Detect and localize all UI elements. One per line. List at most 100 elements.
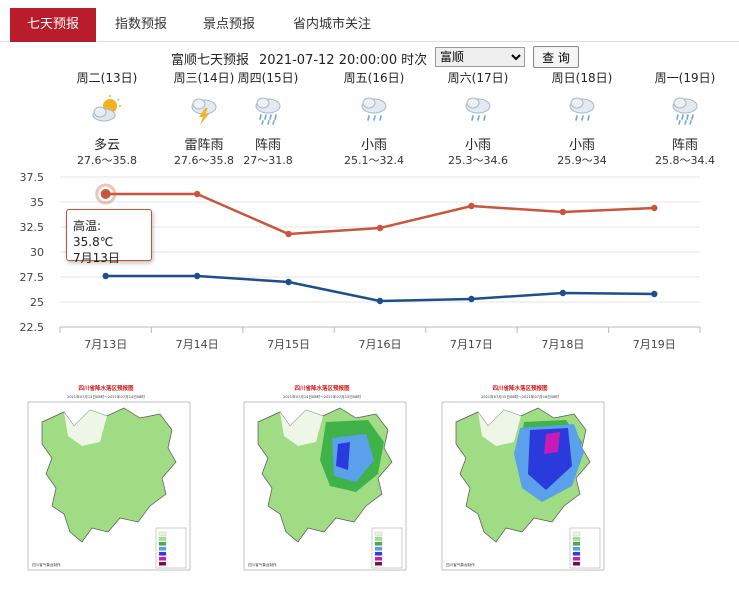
legend-swatch — [158, 541, 167, 546]
map-subtitle: 2021年07月15日08时～2021年07月16日08时 — [481, 394, 559, 399]
day-weather: 阵雨 — [671, 138, 698, 153]
city-select[interactable]: 富顺 — [435, 47, 525, 67]
x-tick-label: 7月13日 — [84, 338, 127, 351]
city-name: 富顺 — [171, 53, 198, 68]
issue-time: 2021-07-12 20:00:00 — [259, 53, 398, 68]
light-rain-icon — [465, 97, 491, 121]
day-column: 周二(13日) 多云 27.6～35.8 — [59, 70, 155, 168]
day-weather: 多云 — [93, 138, 120, 153]
day-label: 周一(19日) — [654, 71, 716, 85]
day-label: 周二(13日) — [76, 71, 138, 85]
legend-swatch — [374, 556, 383, 561]
low-temp-line — [105, 274, 655, 303]
legend-swatch — [572, 556, 581, 561]
legend-swatch — [158, 531, 167, 536]
partly-cloudy-icon — [92, 95, 121, 122]
y-tick-label: 22.5 — [20, 321, 45, 334]
heavy-rainstorm-area — [544, 432, 560, 454]
low-temp-point — [102, 272, 109, 280]
y-tick-label: 32.5 — [20, 221, 45, 234]
day-label: 周五(16日) — [343, 71, 405, 85]
x-tick-label: 7月17日 — [450, 338, 493, 351]
x-tick-label: 7月16日 — [359, 338, 402, 351]
shower-icon — [672, 97, 698, 125]
y-tick-label: 37.5 — [20, 171, 45, 184]
chart-tooltip: 高温: 35.8℃ 7月13日 — [66, 209, 152, 265]
high-temp-point — [193, 190, 201, 198]
legend-swatch — [374, 531, 383, 536]
precipitation-map[interactable]: 四川省降水落区预报图 2021年07月13日08时～2021年07月14日08时四… — [12, 382, 200, 580]
map-title: 四川省降水落区预报图 — [492, 384, 548, 392]
map-footer: 四川省气象台制作 — [32, 562, 61, 567]
x-tick-label: 7月15日 — [267, 338, 310, 351]
legend-swatch — [158, 561, 167, 566]
legend-swatch — [572, 561, 581, 566]
tooltip-date: 7月13日 — [73, 251, 120, 265]
legend-swatch — [572, 531, 581, 536]
day-label: 周六(17日) — [447, 71, 509, 85]
x-tick-label: 7月14日 — [176, 338, 219, 351]
map-subtitle: 2021年07月14日08时～2021年07月15日08时 — [283, 394, 361, 399]
y-tick-label: 27.5 — [20, 271, 45, 284]
time-label: 时次 — [401, 53, 428, 68]
title-suffix: 七天预报 — [197, 53, 250, 68]
x-tick-label: 7月19日 — [633, 338, 676, 351]
x-tick-label: 7月18日 — [541, 338, 584, 351]
legend-swatch — [158, 546, 167, 551]
high-temp-point — [100, 189, 111, 199]
day-label: 周日(18日) — [551, 71, 613, 85]
high-temp-point — [285, 230, 292, 238]
shower-icon — [255, 97, 281, 125]
tab-city-watch[interactable]: 省内城市关注 — [280, 10, 384, 42]
low-temp-point — [193, 272, 201, 280]
low-temp-point — [376, 297, 384, 305]
query-row: 富顺七天预报 2021-07-12 20:00:00 时次 富顺 查 询 — [0, 46, 739, 70]
day-label: 周四(15日) — [237, 71, 299, 85]
tooltip-value: 高温: 35.8℃ — [73, 219, 114, 249]
legend-swatch — [572, 546, 581, 551]
rainstorm-area — [336, 442, 350, 470]
tab-index-forecast[interactable]: 指数预报 — [104, 10, 178, 42]
legend-swatch — [374, 551, 383, 556]
y-tick-label: 30 — [30, 246, 44, 259]
legend-swatch — [158, 551, 167, 556]
tab-scenic-forecast[interactable]: 景点预报 — [192, 10, 266, 42]
map-title: 四川省降水落区预报图 — [294, 384, 350, 392]
map-footer: 四川省气象台制作 — [446, 562, 475, 567]
high-temp-point — [376, 224, 384, 232]
legend-swatch — [374, 561, 383, 566]
legend-swatch — [572, 551, 581, 556]
precipitation-map[interactable]: 四川省降水落区预报图 2021年07月15日08时～2021年07月16日08时四… — [426, 382, 614, 580]
low-temp-point — [651, 290, 658, 298]
y-tick-label: 35 — [30, 196, 44, 209]
y-tick-label: 25 — [30, 296, 44, 309]
legend-swatch — [374, 541, 383, 546]
day-weather: 小雨 — [568, 138, 595, 153]
low-temp-point — [285, 278, 292, 286]
legend-swatch — [158, 556, 167, 561]
tab-seven-day-forecast[interactable]: 七天预报 — [10, 8, 96, 42]
day-column: 周一(19日) 阵雨 25.8～34.4 — [637, 70, 733, 168]
forecast-title: 富顺七天预报 2021-07-12 20:00:00 时次 — [171, 49, 431, 68]
day-column: 周日(18日) 小雨 25.9～34 — [534, 70, 630, 168]
legend-swatch — [158, 536, 167, 541]
tab-bar: 七天预报 指数预报 景点预报 省内城市关注 — [0, 0, 739, 42]
day-column: 周六(17日) 小雨 25.3～34.6 — [430, 70, 526, 168]
day-weather: 小雨 — [360, 138, 387, 153]
map-subtitle: 2021年07月13日08时～2021年07月14日08时 — [67, 394, 145, 399]
thunderstorm-icon — [191, 98, 217, 125]
legend-swatch — [374, 536, 383, 541]
map-footer: 四川省气象台制作 — [248, 562, 277, 567]
query-button[interactable]: 查 询 — [533, 46, 579, 68]
day-column: 周五(16日) 小雨 25.1～32.4 — [326, 70, 422, 168]
legend-swatch — [374, 546, 383, 551]
day-column: 周四(15日) 阵雨 27～31.8 — [220, 70, 316, 168]
high-temp-point — [559, 208, 567, 216]
precipitation-map[interactable]: 四川省降水落区预报图 2021年07月14日08时～2021年07月15日08时四… — [228, 382, 416, 580]
light-rain-icon — [361, 97, 387, 121]
high-temp-point — [468, 202, 475, 210]
day-weather: 阵雨 — [254, 138, 281, 153]
high-temp-point — [651, 204, 658, 212]
legend-swatch — [572, 536, 581, 541]
low-temp-point — [468, 295, 475, 303]
